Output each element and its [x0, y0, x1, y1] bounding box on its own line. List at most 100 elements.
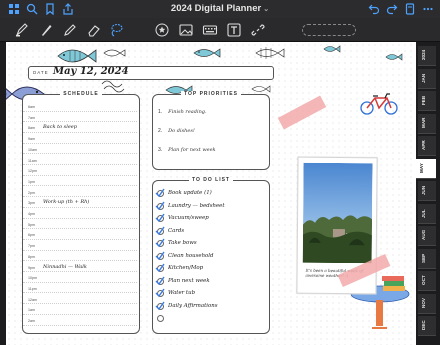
priorities-title: TOP PRIORITIES	[181, 91, 241, 97]
schedule-time: 10pm	[28, 276, 37, 281]
todo-item[interactable]	[156, 314, 266, 325]
schedule-row[interactable]: 4pm	[23, 209, 137, 219]
schedule-time: 11am	[28, 158, 37, 163]
month-tab-nov[interactable]: NOV	[418, 293, 436, 314]
schedule-row[interactable]: 9pm Ninnadhi — Walk	[23, 263, 137, 272]
todo-item[interactable]: Book update (1)	[155, 188, 266, 200]
schedule-row[interactable]: 5pm	[23, 220, 137, 230]
pencil-icon[interactable]	[62, 22, 78, 38]
schedule-row[interactable]: 2pm	[23, 188, 137, 198]
schedule-row[interactable]: 12pm	[23, 166, 137, 176]
schedule-row[interactable]: 10am	[23, 145, 137, 155]
date-field[interactable]: DATE May 12, 2024	[28, 66, 274, 80]
landscape-photo	[302, 162, 373, 264]
month-tab-oct[interactable]: OCT	[418, 271, 436, 291]
month-tab-dec[interactable]: DEC	[418, 316, 436, 336]
month-tab-label: DEC	[421, 320, 426, 330]
todo-text[interactable]: Cards	[168, 228, 184, 234]
todo-text[interactable]: Laundry — bedsheet	[168, 203, 225, 209]
keyboard-icon[interactable]	[202, 22, 218, 38]
fish-sticker	[193, 48, 221, 58]
document-title-text[interactable]: 2024 Digital Planner	[171, 3, 261, 14]
schedule-row[interactable]: 10pm	[23, 273, 137, 283]
schedule-note[interactable]: Work-up (th + Rh)	[43, 199, 89, 205]
priority-item[interactable]: 3. Plan for next week	[158, 147, 216, 153]
more-icon[interactable]	[422, 3, 434, 15]
todo-text[interactable]: Water tub	[168, 290, 195, 296]
todo-item[interactable]: Daily Affirmations	[155, 301, 266, 313]
priority-text[interactable]: Plan for next week	[168, 147, 215, 153]
link-icon[interactable]	[250, 22, 266, 38]
drawing-toolbar	[0, 18, 440, 42]
planner-page[interactable]: DATE May 12, 2024 SCHEDULE 6am 7am 8am Back…	[6, 42, 416, 345]
schedule-row[interactable]: 1am	[23, 305, 137, 315]
star-shapes-icon[interactable]	[154, 22, 170, 38]
todo-checkbox[interactable]	[157, 315, 164, 322]
schedule-row[interactable]: 11am	[23, 156, 137, 165]
month-tab-2024[interactable]: 2024	[418, 46, 436, 66]
schedule-row[interactable]: 11pm	[23, 284, 137, 294]
page-icon[interactable]	[404, 3, 416, 15]
month-tab-sep[interactable]: SEP	[418, 248, 436, 269]
schedule-row[interactable]: 12am	[23, 295, 137, 305]
schedule-row[interactable]: 3pm Work-up (th + Rh)	[23, 198, 137, 208]
todo-text[interactable]: Take bows	[168, 240, 197, 246]
checkmark-icon	[155, 226, 165, 236]
schedule-row[interactable]: 8am Back to sleep	[23, 123, 137, 133]
todo-item[interactable]: Cards	[155, 226, 266, 238]
todo-item[interactable]: Take bows	[155, 238, 266, 250]
schedule-row[interactable]: 6am	[23, 102, 137, 112]
schedule-row[interactable]: 9am	[23, 134, 137, 144]
schedule-note[interactable]: Back to sleep	[43, 124, 77, 130]
text-icon[interactable]	[226, 22, 242, 38]
todo-text[interactable]: Kitchen/Mop	[168, 265, 203, 271]
date-value[interactable]: May 12, 2024	[53, 66, 129, 77]
checkmark-icon	[155, 238, 165, 248]
todo-text[interactable]: Vacuum/sweep	[168, 215, 209, 221]
todo-item[interactable]: Vacuum/sweep	[155, 213, 266, 225]
month-tab-jul[interactable]: JUL	[418, 203, 436, 224]
priority-text[interactable]: Do dishes!	[168, 128, 195, 134]
undo-icon[interactable]	[368, 3, 380, 15]
schedule-row[interactable]: 8pm	[23, 252, 137, 262]
schedule-row[interactable]: 7am	[23, 113, 137, 123]
schedule-time: 12pm	[28, 169, 37, 174]
month-tab-feb[interactable]: FEB	[418, 91, 436, 111]
fish-sticker	[323, 45, 341, 53]
todo-item[interactable]: Laundry — bedsheet	[155, 201, 266, 213]
priority-item[interactable]: 1. Finish reading.	[158, 109, 207, 115]
schedule-row[interactable]: 6pm	[23, 230, 137, 240]
todo-text[interactable]: Clean household	[168, 253, 213, 259]
todo-text[interactable]: Plan next week	[168, 278, 210, 284]
todo-item[interactable]: Kitchen/Mop	[155, 263, 266, 275]
schedule-note[interactable]: Ninnadhi — Walk	[43, 264, 87, 270]
todo-item[interactable]: Water tub	[155, 288, 266, 300]
month-tab-aug[interactable]: AUG	[418, 226, 436, 246]
month-tab-label: SEP	[421, 253, 426, 263]
todo-item[interactable]: Plan next week	[155, 276, 266, 288]
schedule-row[interactable]: 2am	[23, 316, 137, 326]
todo-item[interactable]: Clean household	[155, 251, 266, 263]
chevron-down-icon[interactable]: ⌄	[263, 6, 269, 13]
todo-text[interactable]: Daily Affirmations	[168, 303, 217, 309]
color-picker-pill[interactable]	[302, 24, 356, 36]
image-icon[interactable]	[178, 22, 194, 38]
todo-text[interactable]: Book update (1)	[168, 190, 212, 196]
month-tab-jun[interactable]: JUN	[418, 181, 436, 201]
pen-icon[interactable]	[14, 22, 30, 38]
schedule-time: 3pm	[28, 201, 35, 206]
priority-item[interactable]: 2. Do dishes!	[158, 128, 195, 134]
eraser-icon[interactable]	[86, 22, 102, 38]
month-tab-apr[interactable]: APR	[418, 136, 436, 156]
schedule-time: 8am	[28, 126, 35, 131]
pen-tool-icon[interactable]	[38, 22, 54, 38]
schedule-row[interactable]: 7pm	[23, 241, 137, 251]
month-tab-jan[interactable]: JAN	[418, 68, 436, 89]
month-tab-may[interactable]: MAY	[416, 158, 436, 179]
priority-text[interactable]: Finish reading.	[168, 109, 206, 115]
schedule-row[interactable]: 1pm	[23, 177, 137, 187]
redo-icon[interactable]	[386, 3, 398, 15]
lasso-icon[interactable]	[108, 22, 124, 38]
month-tab-label: APR	[421, 140, 426, 150]
month-tab-mar[interactable]: MAR	[418, 113, 436, 134]
